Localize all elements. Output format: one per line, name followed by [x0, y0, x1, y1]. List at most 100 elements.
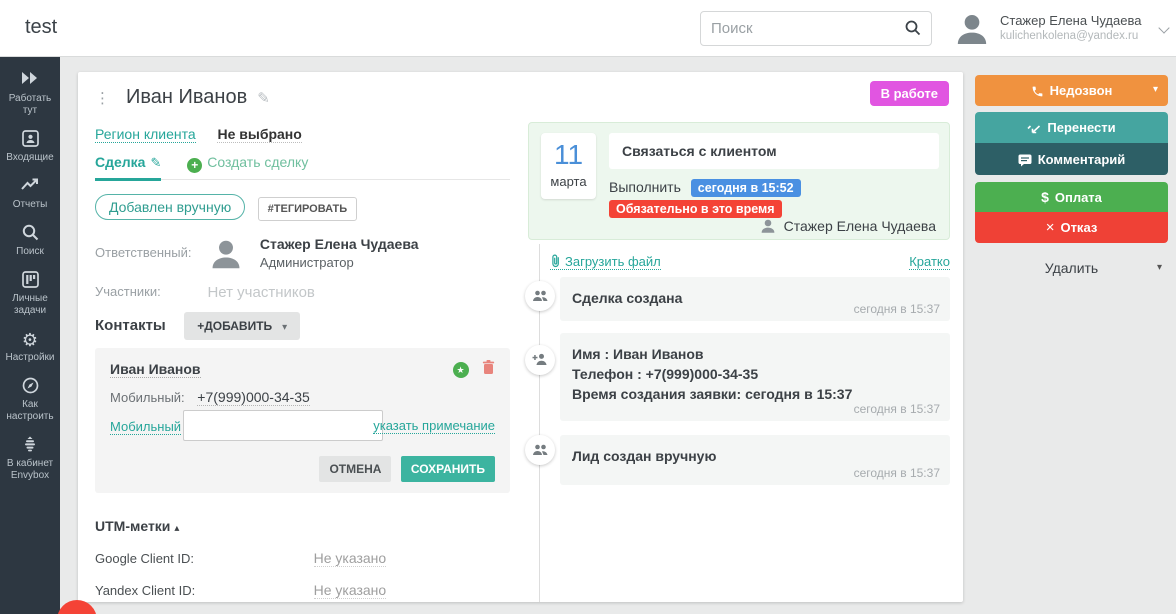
event-time: сегодня в 15:37 — [854, 466, 940, 480]
caret-down-icon: ▾ — [282, 322, 287, 333]
tab-create-deal[interactable]: +Создать сделку — [187, 154, 308, 173]
sidebar-item-how-to-setup[interactable]: Как настроить — [0, 377, 60, 423]
contacts-row: Контакты +ДОБАВИТЬ▾ — [95, 312, 300, 340]
sidebar-item-personal-tasks[interactable]: Личные задачи — [0, 271, 60, 317]
make-primary-star-icon[interactable]: ★ — [453, 362, 469, 378]
task-title-field[interactable]: Связаться с клиентом — [609, 133, 939, 169]
envybox-icon — [0, 436, 60, 456]
add-note-link[interactable]: указать примечание — [373, 418, 495, 434]
event-time: сегодня в 15:37 — [854, 402, 940, 416]
sidebar-item-inbox[interactable]: Входящие — [0, 130, 60, 164]
tab-deal[interactable]: Сделка✎ — [95, 154, 161, 181]
contact-name[interactable]: Иван Иванов — [110, 361, 201, 378]
edit-title-icon[interactable]: ✎ — [257, 89, 270, 107]
utm-toggle[interactable]: UTM-метки▴ — [95, 518, 510, 534]
refuse-button[interactable]: ×Отказ — [975, 212, 1168, 243]
transfer-arrow-icon — [1027, 125, 1041, 135]
region-label-link[interactable]: Регион клиента — [95, 126, 196, 143]
task-day: 11 — [541, 136, 596, 174]
sidebar-item-settings[interactable]: ⚙ Настройки — [0, 330, 60, 364]
brief-toggle-link[interactable]: Кратко — [909, 254, 950, 270]
payment-button[interactable]: $Оплата — [975, 182, 1168, 212]
lead-header: ⋮ Иван Иванов ✎ — [95, 86, 270, 109]
top-bar: test Стажер Елена Чудаева kulichenkolena… — [0, 0, 1176, 57]
comment-icon — [1018, 154, 1032, 167]
timeline-event: Сделка создана сегодня в 15:37 — [560, 277, 950, 321]
task-due-row: Выполнить сегодня в 15:52 — [609, 179, 801, 195]
utm-label: Google Client ID: — [95, 551, 310, 566]
timeline-header: Загрузить файл Кратко — [550, 254, 950, 269]
task-due-badge[interactable]: сегодня в 15:52 — [691, 179, 801, 197]
responsible-avatar — [207, 235, 245, 278]
save-button[interactable]: СОХРАНИТЬ — [401, 456, 495, 482]
app-logo: test — [25, 16, 57, 39]
utm-row-google: Google Client ID: Не указано — [95, 550, 510, 566]
new-phone-input[interactable] — [183, 410, 383, 441]
edit-deal-icon[interactable]: ✎ — [150, 155, 161, 170]
collapse-up-icon: ▴ — [174, 523, 179, 534]
contact-phone-row: Мобильный: +7(999)000-34-35 — [110, 389, 310, 405]
phone-type-link[interactable]: Мобильный — [110, 419, 181, 435]
user-email: kulichenkolena@yandex.ru — [1000, 30, 1138, 42]
search-icon — [0, 224, 60, 244]
phone-label: Мобильный: — [110, 390, 185, 405]
tag-add-button[interactable]: #ТЕГИРОВАТЬ — [258, 197, 357, 221]
chevron-down-icon[interactable] — [1158, 22, 1169, 33]
event-time: сегодня в 15:37 — [854, 302, 940, 316]
delete-contact-icon[interactable] — [482, 360, 495, 380]
phone-value[interactable]: +7(999)000-34-35 — [197, 389, 309, 406]
sidebar-item-envybox-cabinet[interactable]: В кабинет Envybox — [0, 436, 60, 482]
help-fab-button[interactable] — [57, 600, 97, 614]
task-assignee: Стажер Елена Чудаева — [759, 217, 936, 235]
inbox-badge-icon — [0, 130, 60, 150]
delete-button[interactable]: Удалить▾ — [975, 253, 1168, 283]
cancel-button[interactable]: ОТМЕНА — [319, 456, 391, 482]
search-box[interactable] — [700, 11, 932, 46]
task-card: 11 марта Связаться с клиентом Выполнить … — [528, 122, 950, 240]
assignee-avatar — [759, 217, 777, 235]
responsible-name[interactable]: Стажер Елена Чудаева — [260, 235, 419, 254]
utm-value[interactable]: Не указано — [314, 582, 387, 599]
sidebar: Работать тут Входящие Отчеты Поиск Личны… — [0, 57, 60, 614]
task-strict-badge[interactable]: Обязательно в это время — [609, 200, 782, 218]
region-value[interactable]: Не выбрано — [217, 126, 301, 143]
user-menu[interactable]: Стажер Елена Чудаева kulichenkolena@yand… — [948, 8, 1168, 50]
compass-icon — [0, 377, 60, 397]
search-icon[interactable] — [905, 20, 921, 41]
group-icon — [525, 281, 555, 311]
contacts-title: Контакты — [95, 317, 166, 334]
search-input[interactable] — [711, 12, 901, 45]
utm-label: Yandex Client ID: — [95, 583, 310, 598]
task-date: 11 марта — [541, 133, 596, 199]
plus-icon: + — [187, 158, 202, 173]
utm-block: UTM-метки▴ Google Client ID: Не указано … — [95, 518, 510, 598]
postpone-button[interactable]: Перенести — [975, 112, 1168, 143]
participants-value[interactable]: Нет участников — [207, 284, 314, 301]
sidebar-item-search[interactable]: Поиск — [0, 224, 60, 258]
participants-label: Участники: — [95, 284, 203, 299]
responsible-role: Администратор — [260, 254, 419, 271]
contact-card: Иван Иванов ★ Мобильный: +7(999)000-34-3… — [95, 348, 510, 493]
participants-row: Участники: Нет участников — [95, 284, 315, 302]
sidebar-item-work-here[interactable]: Работать тут — [0, 71, 60, 117]
kanban-icon — [0, 271, 60, 291]
no-answer-button[interactable]: Недозвон▾ — [975, 75, 1168, 106]
kebab-menu-icon[interactable]: ⋮ — [95, 89, 110, 107]
utm-value[interactable]: Не указано — [314, 550, 387, 567]
phone-icon — [1031, 85, 1044, 98]
contact-edit-row: Мобильный указать примечание — [110, 418, 495, 436]
sidebar-item-reports[interactable]: Отчеты — [0, 177, 60, 211]
region-row: Регион клиента Не выбрано — [95, 126, 302, 142]
task-do-label: Выполнить — [609, 179, 681, 195]
comment-button[interactable]: Комментарий — [975, 143, 1168, 175]
person-add-icon — [525, 345, 555, 375]
user-name: Стажер Елена Чудаева — [1000, 13, 1141, 28]
lead-card: ⋮ Иван Иванов ✎ В работе Регион клиента … — [78, 72, 963, 602]
status-badge[interactable]: В работе — [870, 81, 949, 106]
fast-forward-icon — [0, 71, 60, 91]
add-contact-button[interactable]: +ДОБАВИТЬ▾ — [184, 312, 300, 340]
caret-down-icon: ▾ — [1153, 84, 1158, 95]
upload-file-link[interactable]: Загрузить файл — [550, 254, 661, 270]
utm-row-yandex: Yandex Client ID: Не указано — [95, 582, 510, 598]
tag-added-manually[interactable]: Добавлен вручную — [95, 194, 245, 220]
